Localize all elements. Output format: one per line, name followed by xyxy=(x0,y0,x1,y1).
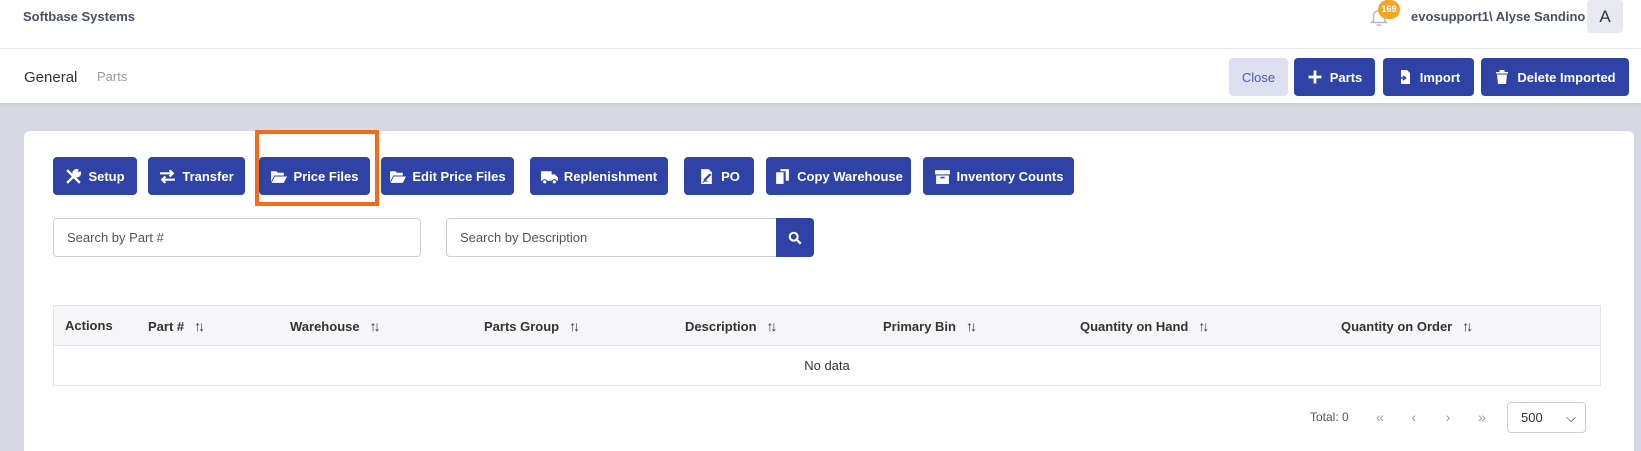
column-label: Actions xyxy=(65,318,113,333)
box-icon xyxy=(934,169,950,184)
trash-icon xyxy=(1496,70,1509,84)
setup-button[interactable]: Setup xyxy=(53,157,137,195)
parts-table: Actions Part # ↑↓ Warehouse ↑↓ Parts Gro… xyxy=(53,305,1601,386)
main-card: Setup Transfer Price Files Edit Price Fi… xyxy=(24,130,1634,451)
transfer-label: Transfer xyxy=(182,168,234,184)
column-header-warehouse[interactable]: Warehouse ↑↓ xyxy=(290,318,381,334)
column-label: Quantity on Hand xyxy=(1080,318,1189,334)
close-button-label: Close xyxy=(1241,69,1276,85)
copy-icon xyxy=(776,168,790,184)
folder-open-icon xyxy=(390,170,407,183)
column-header-description[interactable]: Description ↑↓ xyxy=(685,318,778,334)
column-header-quantity-on-hand[interactable]: Quantity on Hand ↑↓ xyxy=(1080,318,1209,334)
signature-icon xyxy=(701,168,712,184)
add-parts-button[interactable]: Parts xyxy=(1294,58,1375,96)
transfer-icon xyxy=(160,168,176,184)
column-label: Description xyxy=(685,318,757,334)
tools-icon xyxy=(66,168,82,184)
import-icon xyxy=(1397,70,1410,84)
import-button[interactable]: Import xyxy=(1383,58,1474,96)
inventory-counts-button[interactable]: Inventory Counts xyxy=(923,157,1074,195)
sort-icon[interactable]: ↑↓ xyxy=(569,318,580,334)
sort-icon[interactable]: ↑↓ xyxy=(1462,318,1473,334)
column-label: Warehouse xyxy=(290,318,360,334)
edit-price-files-label: Edit Price Files xyxy=(412,168,506,184)
column-header-primary-bin[interactable]: Primary Bin ↑↓ xyxy=(883,318,977,334)
page-size-select[interactable]: 500 ⌵ xyxy=(1507,402,1586,433)
sort-icon[interactable]: ↑↓ xyxy=(767,318,778,334)
copy-warehouse-label: Copy Warehouse xyxy=(797,168,903,184)
inventory-counts-label: Inventory Counts xyxy=(956,168,1064,184)
price-files-button[interactable]: Price Files xyxy=(259,157,370,195)
column-label: Primary Bin xyxy=(883,318,956,334)
folder-open-icon xyxy=(271,170,288,183)
last-page-button[interactable]: » xyxy=(1471,406,1493,428)
column-label: Quantity on Order xyxy=(1341,318,1453,334)
column-header-part-number[interactable]: Part # ↑↓ xyxy=(148,318,205,334)
add-parts-label: Parts xyxy=(1329,69,1363,85)
search-icon xyxy=(788,231,802,244)
empty-state-text: No data xyxy=(804,358,850,373)
sort-icon[interactable]: ↑↓ xyxy=(370,318,381,334)
price-files-label: Price Files xyxy=(293,168,359,184)
page-size-value: 500 xyxy=(1521,410,1543,425)
sort-icon[interactable]: ↑↓ xyxy=(1198,318,1209,334)
plus-icon xyxy=(1308,70,1322,84)
truck-icon xyxy=(540,170,558,184)
avatar[interactable]: A xyxy=(1587,0,1623,33)
search-part-input[interactable] xyxy=(53,218,421,257)
search-button[interactable] xyxy=(776,218,814,257)
breadcrumb-section[interactable]: General xyxy=(24,69,77,86)
notification-badge[interactable]: 169 xyxy=(1378,0,1400,19)
sort-icon[interactable]: ↑↓ xyxy=(966,318,977,334)
user-name[interactable]: evosupport1\ Alyse Sandino xyxy=(1411,9,1585,24)
copy-warehouse-button[interactable]: Copy Warehouse xyxy=(766,157,911,195)
import-label: Import xyxy=(1419,69,1461,85)
search-description-input[interactable] xyxy=(446,218,777,257)
column-label: Part # xyxy=(148,318,185,334)
page-header: General Parts Close Parts Import Delete … xyxy=(0,49,1641,103)
sort-icon[interactable]: ↑↓ xyxy=(194,318,205,334)
column-label: Parts Group xyxy=(484,318,560,334)
top-bar: Softbase Systems 169 evosupport1\ Alyse … xyxy=(0,0,1641,49)
replenishment-button[interactable]: Replenishment xyxy=(530,157,668,195)
column-header-parts-group[interactable]: Parts Group ↑↓ xyxy=(484,318,580,334)
setup-label: Setup xyxy=(88,168,125,184)
replenishment-label: Replenishment xyxy=(563,168,658,184)
next-page-button[interactable]: › xyxy=(1437,406,1459,428)
po-button[interactable]: PO xyxy=(684,157,754,195)
chevron-down-icon: ⌵ xyxy=(1566,410,1576,425)
column-header-quantity-on-order[interactable]: Quantity on Order ↑↓ xyxy=(1341,318,1473,334)
column-header-actions: Actions xyxy=(65,318,113,333)
po-label: PO xyxy=(721,168,740,184)
delete-imported-button[interactable]: Delete Imported xyxy=(1481,58,1629,96)
table-header: Actions Part # ↑↓ Warehouse ↑↓ Parts Gro… xyxy=(54,306,1600,346)
first-page-button[interactable]: « xyxy=(1369,406,1391,428)
transfer-button[interactable]: Transfer xyxy=(148,157,245,195)
app-title: Softbase Systems xyxy=(23,9,135,24)
close-button[interactable]: Close xyxy=(1229,58,1288,96)
breadcrumb-page: Parts xyxy=(97,69,128,84)
previous-page-button[interactable]: ‹ xyxy=(1403,406,1425,428)
delete-imported-label: Delete Imported xyxy=(1517,69,1616,85)
edit-price-files-button[interactable]: Edit Price Files xyxy=(381,157,514,195)
total-count: Total: 0 xyxy=(1310,410,1349,424)
